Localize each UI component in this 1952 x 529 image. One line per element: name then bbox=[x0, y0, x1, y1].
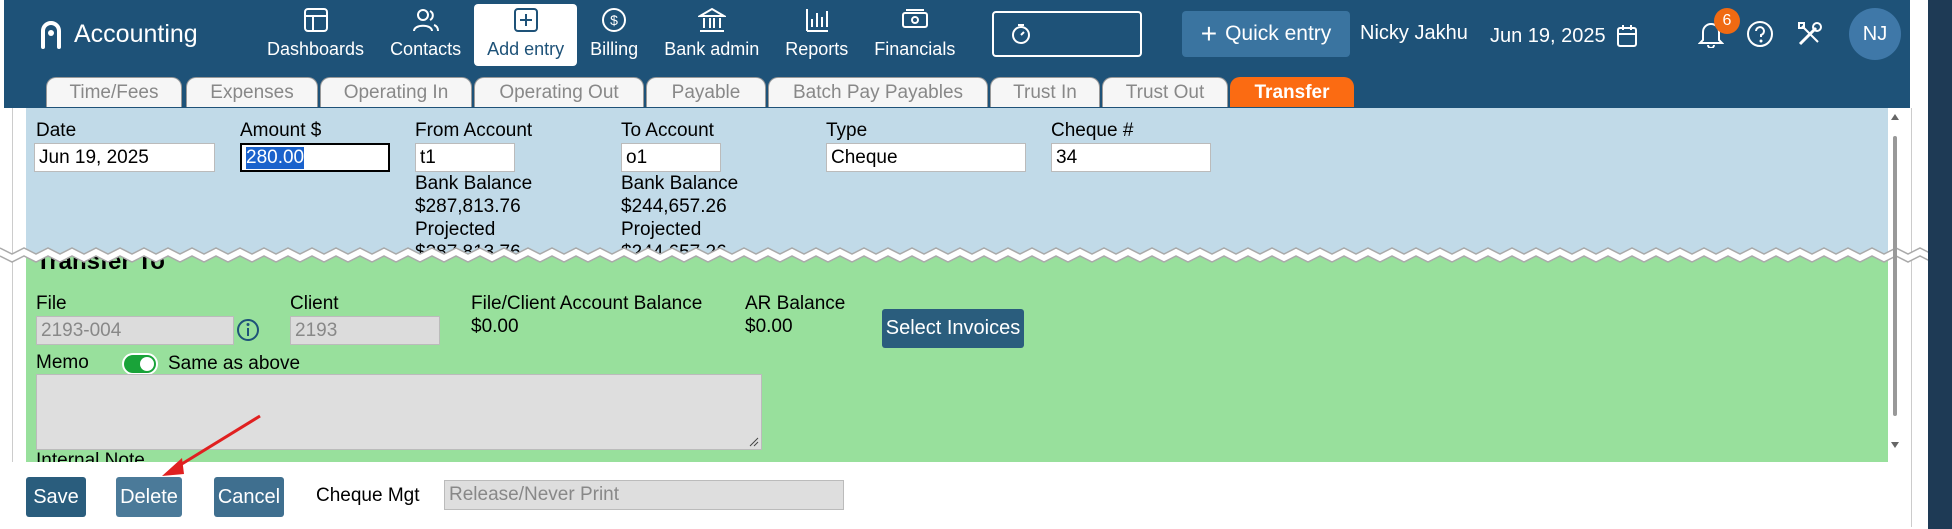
resize-handle-icon[interactable] bbox=[749, 437, 759, 447]
cheque-number-input[interactable]: 34 bbox=[1051, 143, 1211, 172]
nav-billing-label: Billing bbox=[590, 39, 639, 59]
ar-balance-value: $0.00 bbox=[745, 316, 793, 337]
client-label: Client bbox=[290, 293, 339, 314]
save-button[interactable]: Save bbox=[26, 477, 86, 517]
tab-trust-in[interactable]: Trust In bbox=[990, 77, 1100, 107]
type-select[interactable]: Cheque bbox=[826, 143, 1026, 172]
header-date-text: Jun 19, 2025 bbox=[1490, 24, 1606, 47]
form-scrollbar[interactable] bbox=[1888, 108, 1902, 454]
date-input[interactable]: Jun 19, 2025 bbox=[34, 143, 215, 172]
tab-trust-out[interactable]: Trust Out bbox=[1102, 77, 1228, 107]
svg-text:$: $ bbox=[610, 12, 618, 28]
date-label: Date bbox=[36, 120, 77, 141]
brand[interactable]: Accounting bbox=[40, 14, 198, 54]
to-bank-balance: $244,657.26 bbox=[621, 196, 727, 217]
help-icon[interactable] bbox=[1746, 20, 1774, 48]
app-title: Accounting bbox=[74, 19, 198, 48]
amount-input[interactable]: 280.00 bbox=[240, 143, 390, 172]
nav-dashboards[interactable]: Dashboards bbox=[254, 4, 377, 66]
reports-icon bbox=[805, 9, 828, 32]
from-bank-balance: $287,813.76 bbox=[415, 196, 521, 217]
amount-value: 280.00 bbox=[246, 146, 305, 169]
cheque-mgt-label: Cheque Mgt bbox=[316, 485, 420, 506]
type-label: Type bbox=[826, 120, 868, 141]
tab-operating-in[interactable]: Operating In bbox=[320, 77, 472, 107]
memo-label: Memo bbox=[36, 352, 89, 373]
cheque-mgt-select[interactable]: Release/Never Print bbox=[444, 480, 844, 510]
nav-contacts-label: Contacts bbox=[390, 39, 462, 59]
nav-add-entry[interactable]: Add entry bbox=[474, 4, 578, 66]
ar-balance-label: AR Balance bbox=[745, 293, 846, 314]
nav-add-entry-label: Add entry bbox=[487, 39, 565, 59]
nav-bank-admin-label: Bank admin bbox=[664, 39, 760, 59]
transfer-from-section: Date Jun 19, 2025 Amount $ 280.00 From A… bbox=[26, 108, 1888, 256]
tab-expenses[interactable]: Expenses bbox=[186, 77, 318, 107]
same-as-above-toggle[interactable] bbox=[122, 353, 158, 375]
to-account-label: To Account bbox=[621, 120, 714, 141]
annotation-arrow-icon bbox=[162, 414, 261, 476]
action-bar bbox=[12, 462, 1910, 527]
nav-financials-label: Financials bbox=[874, 39, 956, 59]
timer-widget[interactable] bbox=[992, 11, 1142, 57]
main-nav: Dashboards Contacts Add entry $ Billing … bbox=[254, 4, 968, 66]
nav-contacts[interactable]: Contacts bbox=[377, 4, 474, 66]
to-bank-balance-label: Bank Balance bbox=[621, 173, 739, 194]
file-label: File bbox=[36, 293, 67, 314]
info-icon[interactable] bbox=[236, 318, 260, 342]
user-name[interactable]: Nicky Jakhu bbox=[1360, 22, 1468, 45]
tab-payable[interactable]: Payable bbox=[646, 77, 766, 107]
notification-badge: 6 bbox=[1714, 8, 1740, 34]
from-projected-label: Projected bbox=[415, 219, 496, 240]
internal-note-label: Internal Note bbox=[36, 450, 145, 462]
user-avatar[interactable]: NJ bbox=[1849, 8, 1901, 60]
client-balance-value: $0.00 bbox=[471, 316, 519, 337]
client-balance-label: File/Client Account Balance bbox=[471, 293, 703, 314]
calendar-icon bbox=[1616, 25, 1637, 47]
from-account-input[interactable]: t1 bbox=[415, 143, 515, 172]
header-date[interactable]: Jun 19, 2025 bbox=[1490, 24, 1638, 48]
tools-icon[interactable] bbox=[1796, 20, 1824, 48]
same-as-above-label: Same as above bbox=[168, 353, 301, 374]
financials-icon bbox=[901, 9, 928, 28]
client-input: 2193 bbox=[290, 316, 440, 345]
torn-edge bbox=[0, 247, 1945, 263]
cancel-button[interactable]: Cancel bbox=[214, 477, 284, 517]
to-projected-label: Projected bbox=[621, 219, 702, 240]
file-input: 2193-004 bbox=[36, 316, 234, 345]
tab-time-fees[interactable]: Time/Fees bbox=[46, 77, 182, 107]
quick-entry-label: Quick entry bbox=[1225, 22, 1332, 45]
app-window: Accounting Dashboards Contacts Add entry… bbox=[0, 0, 1945, 529]
billing-icon: $ bbox=[602, 8, 627, 32]
delete-button[interactable]: Delete bbox=[116, 477, 182, 517]
top-nav-bar: Accounting Dashboards Contacts Add entry… bbox=[4, 0, 1910, 72]
dashboard-icon bbox=[303, 8, 328, 32]
tab-transfer[interactable]: Transfer bbox=[1230, 77, 1354, 107]
nav-bank-admin[interactable]: Bank admin bbox=[651, 4, 772, 66]
cheque-number-label: Cheque # bbox=[1051, 120, 1134, 141]
bank-icon bbox=[697, 7, 726, 32]
contacts-icon bbox=[412, 9, 439, 32]
nav-financials[interactable]: Financials bbox=[861, 4, 968, 66]
amount-label: Amount $ bbox=[240, 120, 322, 141]
app-logo-icon bbox=[40, 19, 62, 49]
nav-billing[interactable]: $ Billing bbox=[577, 4, 651, 66]
tab-operating-out[interactable]: Operating Out bbox=[474, 77, 644, 107]
add-entry-icon bbox=[513, 8, 538, 32]
to-account-input[interactable]: o1 bbox=[621, 143, 721, 172]
from-account-label: From Account bbox=[415, 120, 533, 141]
window-edge bbox=[1928, 0, 1952, 529]
nav-reports-label: Reports bbox=[785, 39, 849, 59]
quick-entry-button[interactable]: + Quick entry bbox=[1182, 11, 1350, 57]
stopwatch-icon bbox=[1012, 24, 1030, 44]
tab-batch-pay-payables[interactable]: Batch Pay Payables bbox=[768, 77, 988, 107]
select-invoices-button[interactable]: Select Invoices bbox=[882, 309, 1024, 348]
nav-reports[interactable]: Reports bbox=[772, 4, 861, 66]
from-bank-balance-label: Bank Balance bbox=[415, 173, 533, 194]
memo-textarea[interactable] bbox=[36, 374, 762, 450]
plus-icon: + bbox=[1200, 18, 1218, 49]
nav-dashboards-label: Dashboards bbox=[267, 39, 365, 59]
